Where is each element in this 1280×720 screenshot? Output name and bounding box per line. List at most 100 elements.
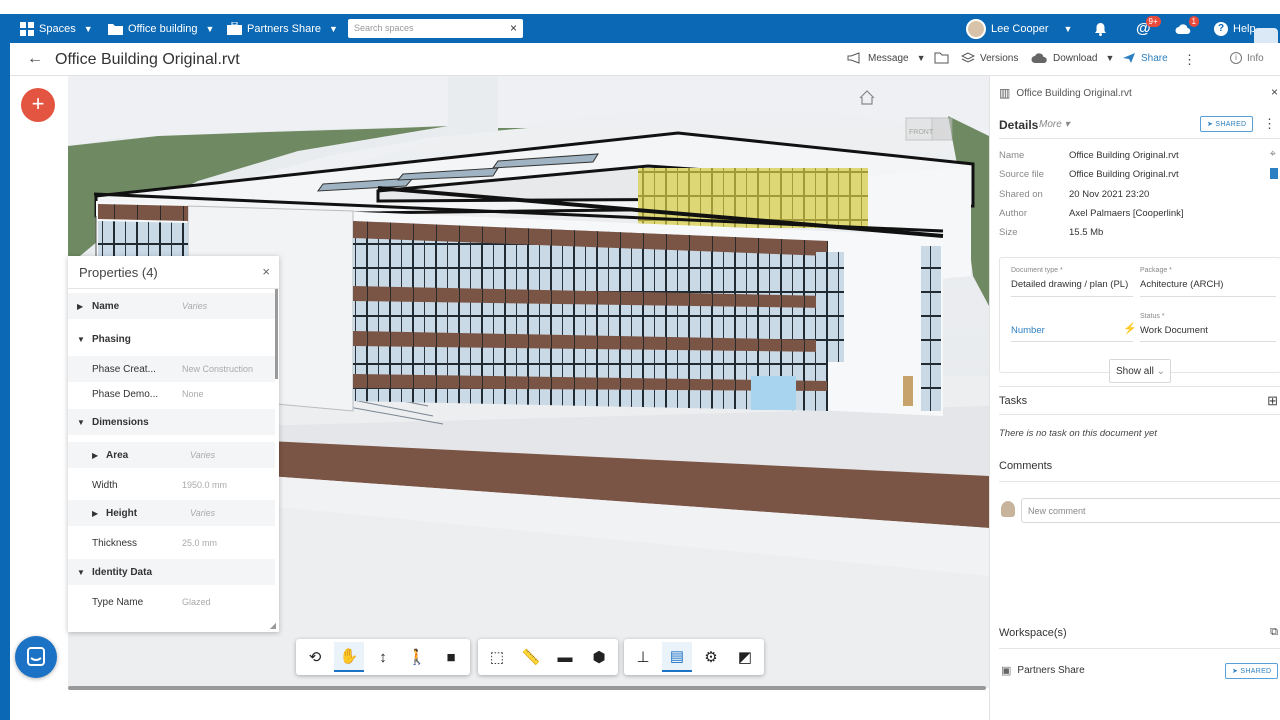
model-toolbar: ⬚ 📏 ▬ ⬢ — [478, 639, 618, 675]
workspaces-title: Workspace(s) — [999, 627, 1067, 639]
office-building-menu[interactable]: Office building ▼ — [108, 14, 214, 43]
workspace-item[interactable]: ▣ Partners Share — [1001, 664, 1085, 677]
settings-toolbar: ⊥ ▤ ⚙ ◩ — [624, 639, 764, 675]
help-menu[interactable]: ? Help — [1214, 14, 1256, 43]
panel-file-header: ▥ Office Building Original.rvt — [999, 86, 1132, 100]
copy-icon[interactable]: ⧉ — [1270, 626, 1278, 639]
prop-row-height[interactable]: ▶ Height Varies — [68, 500, 275, 526]
chevron-down-icon: ▼ — [205, 23, 215, 34]
workspace-shared-badge[interactable]: ➤ SHARED — [1225, 663, 1279, 679]
search-input[interactable]: Search spaces × — [348, 19, 523, 38]
chevron-down-icon: ▼ — [1105, 53, 1115, 63]
chevron-down-icon: ▼ — [328, 23, 338, 34]
prop-row-name[interactable]: ▶ Name Varies — [68, 293, 275, 319]
share-label: Share — [1141, 52, 1168, 64]
partners-share-menu[interactable]: Partners Share ▼ — [227, 14, 338, 43]
chat-button[interactable] — [15, 636, 57, 678]
viewport-scrollbar[interactable] — [68, 686, 986, 690]
source-label: Source file — [999, 169, 1044, 180]
model-browser-icon[interactable]: ⊥ — [628, 642, 658, 672]
more-dropdown[interactable]: More ▾ — [1039, 119, 1070, 130]
more-actions-icon[interactable]: ⋮ — [1263, 116, 1276, 132]
divider — [999, 648, 1280, 649]
pan-tool-icon[interactable]: ✋ — [334, 642, 364, 672]
megaphone-icon — [847, 52, 860, 64]
notifications-bell[interactable] — [1094, 14, 1107, 43]
move-folder-button[interactable] — [934, 52, 949, 64]
back-arrow-icon[interactable]: ← — [27, 50, 43, 68]
panel-file-name: Office Building Original.rvt — [1016, 87, 1132, 99]
share-button[interactable]: Share — [1122, 52, 1168, 64]
caret-down-icon: ▼ — [77, 417, 85, 427]
prop-row-phase-demolished[interactable]: Phase Demo... None — [68, 381, 275, 407]
number-field[interactable]: Number — [1011, 325, 1045, 336]
left-rail — [0, 43, 10, 720]
status-select[interactable]: Work Document — [1140, 325, 1208, 336]
section-tool-icon[interactable]: ⬚ — [482, 642, 512, 672]
package-select[interactable]: Achitecture (ARCH) — [1140, 279, 1223, 290]
layers-icon — [961, 52, 975, 63]
partners-share-label: Partners Share — [247, 22, 321, 35]
show-all-button[interactable]: Show all ⌄ — [1109, 359, 1171, 383]
zoom-tool-icon[interactable]: ↕ — [368, 642, 398, 672]
settings-gear-icon[interactable]: ⚙ — [696, 642, 726, 672]
explode-tool-icon[interactable]: ⬢ — [584, 642, 614, 672]
more-actions-icon[interactable]: ⋮ — [1183, 52, 1196, 68]
mentions-button[interactable]: @ 9+ — [1136, 14, 1161, 43]
resize-handle-icon[interactable]: ◢ — [270, 621, 276, 630]
download-button[interactable]: Download ▼ — [1031, 52, 1114, 64]
svg-text:FRONT: FRONT — [909, 129, 934, 136]
location-pin-icon[interactable]: ⌖ — [1270, 148, 1276, 161]
bell-icon — [1095, 22, 1106, 36]
close-icon[interactable]: × — [1271, 85, 1278, 99]
inbox-button[interactable]: 1 — [1175, 14, 1199, 43]
chat-icon — [27, 647, 45, 666]
folder-tool-icon[interactable]: ▬ — [550, 642, 580, 672]
properties-scrollbar[interactable] — [275, 289, 278, 379]
prop-group-dimensions[interactable]: ▼ Dimensions — [68, 409, 275, 435]
prop-row-phase-created[interactable]: Phase Creat... New Construction — [68, 356, 275, 382]
add-button[interactable]: + — [21, 88, 55, 122]
prop-row-thickness[interactable]: Thickness 25.0 mm — [68, 530, 275, 556]
spaces-menu[interactable]: Spaces ▼ — [20, 14, 93, 43]
navigation-toolbar: ⟲ ✋ ↕ 🚶 ■ — [296, 639, 470, 675]
properties-panel: Properties (4) × ▶ Name Varies ▼ Phasing Ph… — [68, 256, 279, 632]
package-label: Package * — [1140, 267, 1172, 274]
properties-tool-icon[interactable]: ▤ — [662, 642, 692, 672]
doc-type-label: Document type * — [1011, 267, 1063, 274]
camera-tool-icon[interactable]: ■ — [436, 642, 466, 672]
divider — [999, 386, 1280, 387]
size-value: 15.5 Mb — [1069, 227, 1104, 238]
close-icon[interactable]: × — [262, 264, 270, 279]
clear-search-icon[interactable]: × — [510, 21, 517, 35]
field-underline — [1140, 341, 1276, 342]
orbit-tool-icon[interactable]: ⟲ — [300, 642, 330, 672]
author-value: Axel Palmaers [Cooperlink] — [1069, 208, 1184, 219]
user-menu[interactable]: Lee Cooper ▼ — [966, 14, 1072, 43]
field-underline — [1140, 296, 1276, 297]
field-underline — [1011, 341, 1133, 342]
prop-group-identity-data[interactable]: ▼ Identity Data — [68, 559, 275, 585]
prop-row-width[interactable]: Width 1950.0 mm — [68, 472, 275, 498]
top-bar: Spaces ▼ Office building ▼ Partners Share ▼… — [0, 14, 1280, 50]
fullscreen-icon[interactable]: ◩ — [730, 642, 760, 672]
prop-row-area[interactable]: ▶ Area Varies — [68, 442, 275, 468]
question-icon: ? — [1214, 21, 1228, 36]
new-comment-input[interactable]: New comment — [1021, 498, 1280, 523]
folder-icon — [108, 23, 123, 35]
first-person-tool-icon[interactable]: 🚶 — [402, 642, 432, 672]
prop-group-phasing[interactable]: ▼ Phasing — [68, 326, 275, 352]
source-value[interactable]: Office Building Original.rvt — [1069, 169, 1179, 180]
message-button[interactable]: Message ▼ — [847, 52, 926, 64]
shared-badge[interactable]: ➤ SHARED — [1200, 116, 1254, 132]
info-label: Info — [1247, 52, 1264, 64]
doc-type-select[interactable]: Detailed drawing / plan (PL) — [1011, 279, 1128, 290]
notifications-badge: 1 — [1188, 16, 1199, 27]
measure-tool-icon[interactable]: 📏 — [516, 642, 546, 672]
prop-row-type-name[interactable]: Type Name Glazed — [68, 589, 275, 615]
magic-wand-icon[interactable]: ⚡ — [1123, 322, 1137, 335]
versions-button[interactable]: Versions — [961, 52, 1018, 64]
add-task-icon[interactable]: ⊞ — [1267, 393, 1278, 409]
info-button[interactable]: i Info — [1230, 52, 1264, 64]
caret-down-icon: ▼ — [77, 567, 85, 577]
